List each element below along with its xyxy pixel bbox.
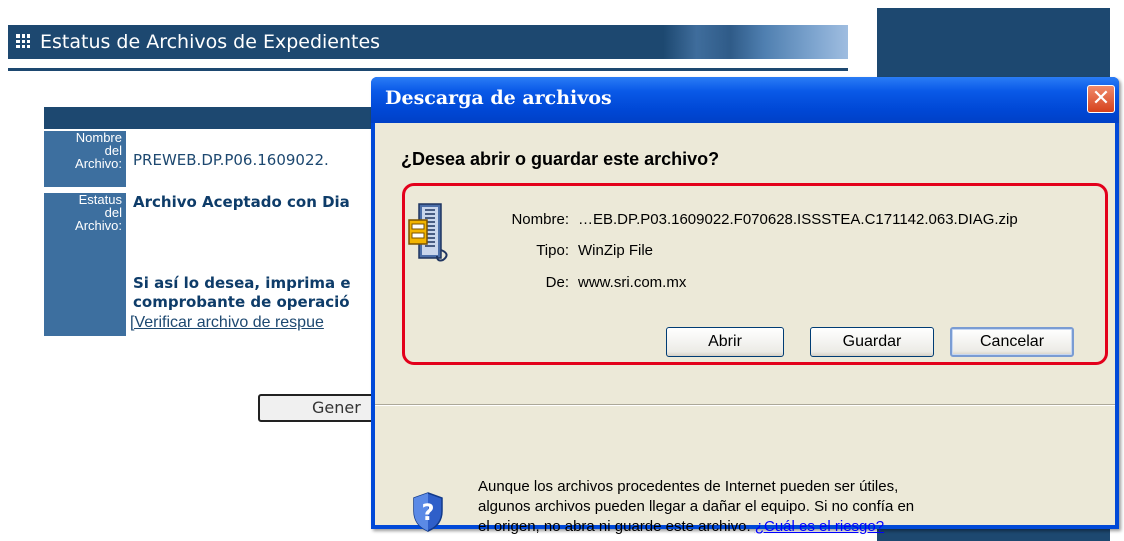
file-download-dialog: Descarga de archivos ✕ ¿Desea abrir o gu…: [371, 77, 1119, 535]
dialog-separator: [375, 404, 1115, 406]
save-button[interactable]: Guardar: [810, 327, 934, 357]
winzip-icon: [408, 203, 448, 262]
generate-button[interactable]: Gener: [258, 394, 372, 422]
dialog-title: Descarga de archivos: [385, 87, 612, 109]
dialog-body: ¿Desea abrir o guardar este archivo? Nom…: [375, 123, 1115, 535]
dialog-titlebar[interactable]: Descarga de archivos ✕: [371, 77, 1119, 123]
security-warning: Aunque los archivos procedentes de Inter…: [478, 478, 915, 535]
file-name-value: PREWEB.DP.P06.1609022.: [133, 151, 329, 169]
verify-file-link[interactable]: [Verificar archivo de respue: [130, 314, 324, 332]
name-label: Nombre:: [511, 211, 569, 228]
svg-text:?: ?: [422, 501, 435, 526]
close-button[interactable]: ✕: [1087, 85, 1115, 113]
security-shield-icon: ?: [413, 492, 443, 532]
table-header-bar: [44, 107, 372, 129]
file-status-label: Estatus del Archivo:: [44, 193, 126, 336]
risk-link[interactable]: ¿Cuál es el riesgo?: [755, 518, 884, 535]
open-button[interactable]: Abrir: [666, 327, 784, 357]
print-message: Si así lo desea, imprima e comprobante d…: [133, 274, 351, 311]
cancel-button[interactable]: Cancelar: [950, 327, 1074, 357]
name-value: …EB.DP.P03.1609022.F070628.ISSSTEA.C1711…: [578, 211, 1018, 228]
type-value: WinZip File: [578, 242, 654, 259]
from-value: www.sri.com.mx: [578, 274, 687, 291]
from-label: De:: [545, 274, 569, 291]
file-status-value: Archivo Aceptado con Dia: [133, 193, 350, 211]
file-name-label: Nombre del Archivo:: [44, 131, 126, 187]
download-question: ¿Desea abrir o guardar este archivo?: [401, 149, 720, 169]
page-content: Nombre del Archivo: PREWEB.DP.P06.160902…: [0, 0, 372, 541]
type-label: Tipo:: [536, 242, 569, 259]
